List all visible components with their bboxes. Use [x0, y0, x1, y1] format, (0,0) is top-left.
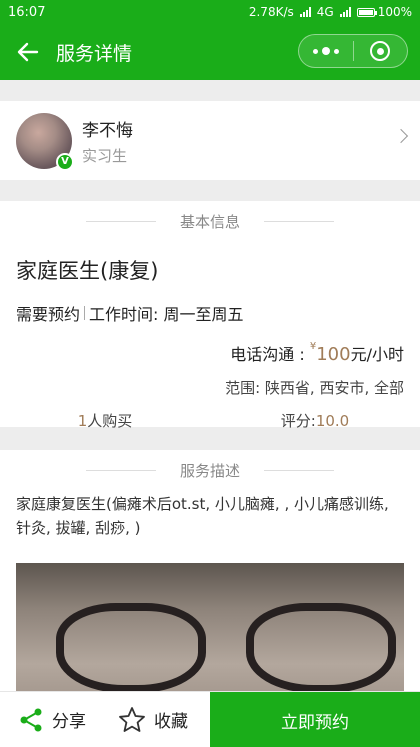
favorite-button[interactable]: 收藏 [100, 692, 210, 747]
description-title: 服务描述 [179, 461, 240, 480]
share-button[interactable]: 分享 [0, 692, 100, 747]
close-button[interactable] [354, 35, 408, 67]
chevron-right-icon [393, 128, 409, 144]
buyers-count: 1 [77, 412, 88, 430]
rating-stat: 评分:10.0 [210, 410, 420, 431]
favorite-label: 收藏 [154, 712, 188, 732]
network-speed: 2.78K/s [248, 5, 294, 19]
signal-icon-2 [339, 7, 351, 17]
book-now-button[interactable]: 立即预约 [210, 692, 420, 747]
back-arrow-icon [17, 42, 39, 62]
back-button[interactable] [0, 24, 56, 80]
service-meta: 需要预约 工作时间: 周一至周五 [16, 301, 420, 325]
provider-profile[interactable]: V 李不悔 实习生 [0, 101, 420, 180]
share-icon [20, 708, 42, 731]
price-value: 100 [316, 344, 351, 365]
photo-detail-2 [246, 603, 396, 693]
basic-info-header: 基本信息 [0, 201, 420, 241]
status-right: 2.78K/s 4G 100% [249, 5, 412, 19]
battery-icon: 100% [356, 5, 412, 19]
verified-icon: V [56, 152, 74, 171]
basic-info-title: 基本信息 [179, 212, 240, 231]
divider-line [85, 220, 156, 222]
status-time: 16:07 [8, 4, 46, 20]
rating-label: 评分: [280, 412, 316, 430]
share-label: 分享 [52, 712, 86, 732]
status-bar: 16:07 2.78K/s 4G 100% [0, 0, 420, 24]
divider-line [264, 469, 334, 471]
signal-icon [299, 7, 311, 17]
network-type: 4G [316, 5, 334, 19]
divider-line [264, 220, 334, 222]
basic-info-card: 基本信息 家庭医生(康复) 需要预约 工作时间: 周一至周五 电话沟通 : ¥1… [0, 201, 420, 430]
more-icon [312, 48, 318, 54]
more-button[interactable] [299, 35, 353, 67]
description-text: 家庭康复医生(偏瘫术后ot.st, 小儿脑瘫, , 小儿痛感训练, 针灸, 拔罐… [16, 495, 389, 537]
page-title: 服务详情 [56, 42, 133, 65]
divider-line [85, 469, 156, 471]
photo-detail [56, 603, 206, 693]
price-unit: 元/小时 [350, 345, 404, 364]
rating-value: 10.0 [315, 412, 350, 430]
provider-role: 实习生 [82, 146, 128, 165]
bottom-action-bar: 分享 收藏 立即预约 [0, 691, 420, 747]
service-scope: 范围: 陕西省, 西安市, 全部 [225, 379, 404, 397]
battery-label: 100% [377, 5, 412, 19]
avatar: V [16, 112, 74, 171]
booking-required: 需要预约 [16, 305, 81, 324]
nav-bar: 服务详情 [0, 24, 420, 80]
profile-text: 李不悔 实习生 [82, 116, 133, 166]
more-icon-dot [321, 47, 330, 55]
description-header: 服务描述 [0, 450, 420, 490]
mini-program-capsule [298, 34, 408, 68]
working-hours: 工作时间: 周一至周五 [89, 305, 244, 324]
buyers-label: 人购买 [87, 412, 133, 430]
stats-row: 1人购买 评分:10.0 [0, 410, 420, 431]
service-name: 家庭医生(康复) [16, 259, 159, 283]
provider-name: 李不悔 [82, 120, 133, 141]
close-circle-icon [370, 41, 391, 61]
meta-separator [84, 306, 86, 320]
price-row: 电话沟通 : ¥100元/小时 [0, 341, 420, 365]
star-icon [119, 706, 145, 732]
buyers-stat: 1人购买 [0, 410, 210, 431]
more-icon-dot-2 [333, 48, 339, 54]
price-label: 电话沟通 : [230, 345, 305, 364]
